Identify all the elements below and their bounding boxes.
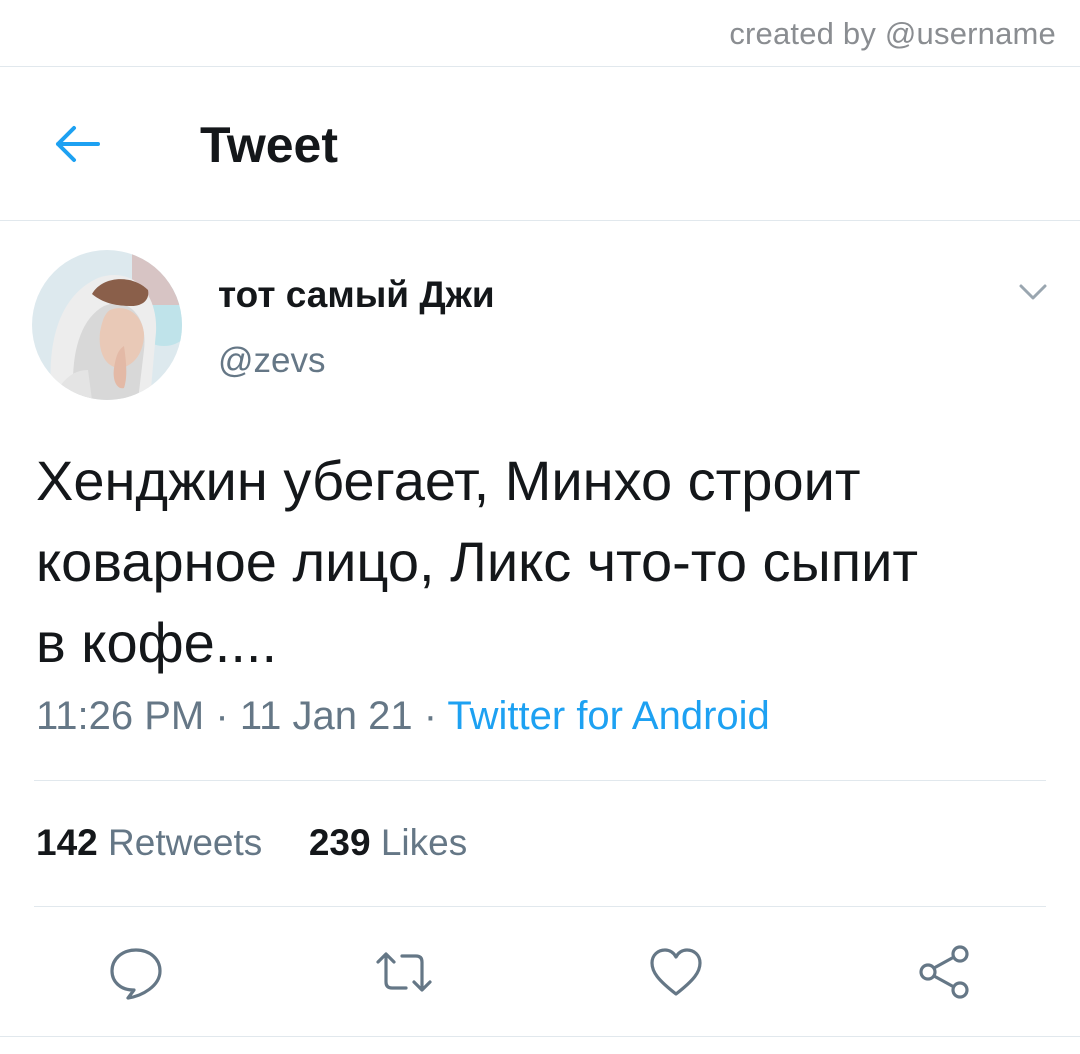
avatar-image <box>32 250 182 400</box>
page-title: Tweet <box>200 117 338 173</box>
action-bar <box>0 940 1080 1004</box>
meta-separator: · <box>423 694 438 738</box>
divider <box>0 220 1080 221</box>
tweet-date: 11 Jan 21 <box>239 694 413 738</box>
retweet-icon <box>376 952 432 992</box>
tweet-meta: 11:26 PM · 11 Jan 21 · Twitter for Andro… <box>36 694 770 739</box>
like-button[interactable] <box>644 940 708 1004</box>
retweets-label: Retweets <box>108 822 263 863</box>
reply-icon <box>110 948 162 1000</box>
share-button[interactable] <box>912 940 976 1004</box>
retweet-button[interactable] <box>372 940 436 1004</box>
reply-button[interactable] <box>104 940 168 1004</box>
user-handle[interactable]: @zevs <box>218 341 326 381</box>
likes-label: Likes <box>380 822 468 863</box>
likes-stat[interactable]: 239 Likes <box>309 822 467 863</box>
divider <box>0 1036 1080 1037</box>
divider <box>34 780 1046 781</box>
tweet-stats: 142 Retweets 239 Likes <box>36 822 467 864</box>
share-icon <box>919 945 969 999</box>
heart-icon <box>650 948 702 996</box>
divider <box>34 906 1046 907</box>
tweet-time: 11:26 PM <box>36 694 205 738</box>
watermark: created by @username <box>729 16 1056 51</box>
meta-separator: · <box>215 694 229 738</box>
tweet-text: Хенджин убегает, Минхо строит коварное л… <box>36 449 919 674</box>
divider <box>0 66 1080 67</box>
avatar[interactable] <box>32 250 182 400</box>
arrow-left-icon <box>56 126 100 162</box>
retweets-count: 142 <box>36 822 98 863</box>
app-header: Tweet <box>0 68 1080 220</box>
back-button[interactable] <box>50 122 104 166</box>
retweets-stat[interactable]: 142 Retweets <box>36 822 273 863</box>
likes-count: 239 <box>308 822 371 863</box>
tweet-menu-button[interactable] <box>1013 278 1053 306</box>
chevron-down-icon <box>1019 284 1047 300</box>
tweet-source-link[interactable]: Twitter for Android <box>447 694 769 738</box>
display-name[interactable]: тот самый Джи <box>218 274 495 316</box>
